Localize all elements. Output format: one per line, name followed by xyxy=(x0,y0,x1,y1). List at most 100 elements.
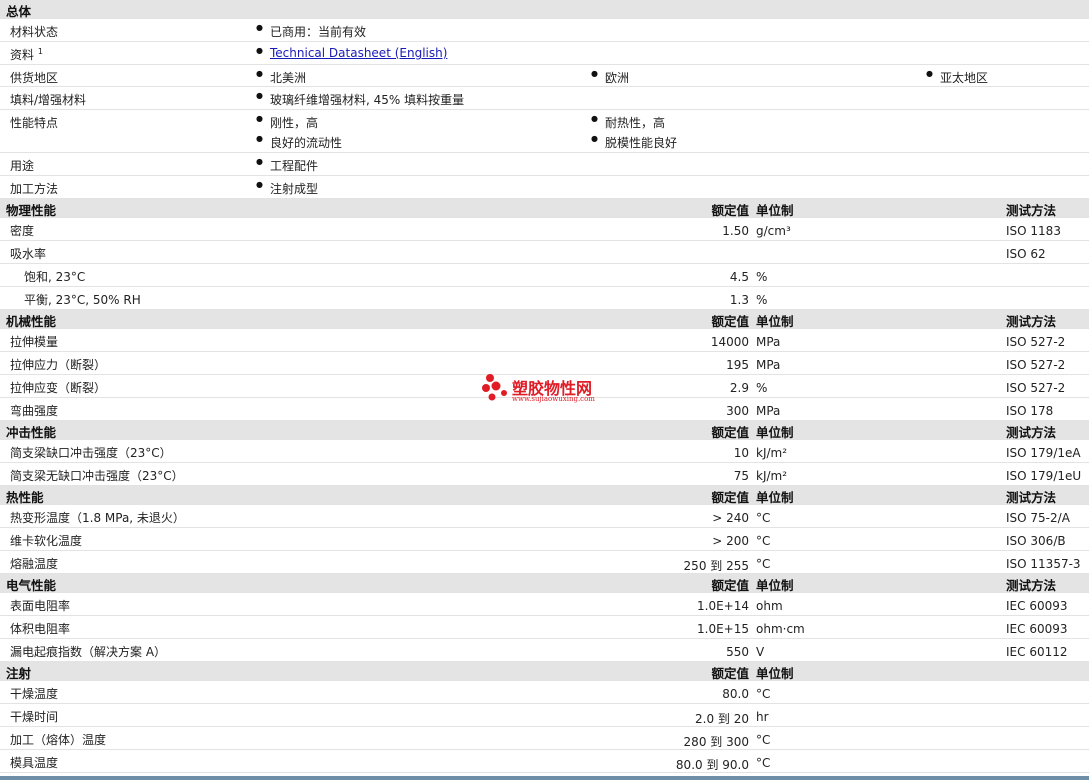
property-name: 简支梁无缺口冲击强度（23°C） xyxy=(10,469,184,483)
property-unit: hr xyxy=(756,710,769,724)
property-unit: MPa xyxy=(756,335,781,349)
row-value: 玻璃纤维增强材料, 45% 填料按重量 xyxy=(256,91,464,108)
section-header-mechanical: 机械性能 额定值 单位制 测试方法 xyxy=(0,310,1089,329)
property-row: 简支梁缺口冲击强度（23°C） 10 kJ/m² ISO 179/1eA xyxy=(0,440,1089,463)
watermark: 塑胶物性网 www.sujiaowuxing.com xyxy=(482,373,632,407)
property-value: 2.0 到 20 xyxy=(695,712,749,726)
property-name: 熔融温度 xyxy=(10,557,59,571)
property-value: > 240 xyxy=(712,511,749,525)
property-method: IEC 60093 xyxy=(1006,622,1068,636)
property-row: 简支梁无缺口冲击强度（23°C） 75 kJ/m² ISO 179/1eU xyxy=(0,463,1089,486)
col-header-nominal: 额定值 xyxy=(711,490,749,505)
property-row: 熔融温度 250 到 255 °C ISO 11357-3 xyxy=(0,551,1089,574)
property-value: 2.9 xyxy=(729,381,749,395)
property-row: 热变形温度（1.8 MPa, 未退火） > 240 °C ISO 75-2/A xyxy=(0,505,1089,528)
property-unit: % xyxy=(756,381,768,395)
property-unit: ohm·cm xyxy=(756,622,805,636)
row-label: 性能特点 xyxy=(10,116,59,130)
property-name: 干燥温度 xyxy=(10,687,59,701)
feature-item: 刚性，高 xyxy=(256,114,318,131)
property-value: 280 到 300 xyxy=(683,735,749,749)
row-availability: 供货地区 北美洲 欧洲 亚太地区 xyxy=(0,65,1089,87)
region-item: 亚太地区 xyxy=(926,69,988,86)
row-uses: 用途 工程配件 xyxy=(0,153,1089,176)
property-unit: ohm xyxy=(756,599,783,613)
property-unit: g/cm³ xyxy=(756,224,791,238)
feature-item: 良好的流动性 xyxy=(256,134,342,151)
col-header-method: 测试方法 xyxy=(1006,314,1057,329)
property-value: 1.3 xyxy=(729,293,749,307)
property-method: ISO 306/B xyxy=(1006,534,1066,548)
row-label: 材料状态 xyxy=(10,25,59,39)
property-value: 75 xyxy=(733,469,749,483)
watermark-url: www.sujiaowuxing.com xyxy=(512,395,595,403)
col-header-nominal: 额定值 xyxy=(711,203,749,218)
col-header-method: 测试方法 xyxy=(1006,425,1057,440)
property-method: ISO 11357-3 xyxy=(1006,557,1081,571)
property-method: IEC 60093 xyxy=(1006,599,1068,613)
datasheet-item: Technical Datasheet (English) xyxy=(256,46,447,60)
property-row: 维卡软化温度 > 200 °C ISO 306/B xyxy=(0,528,1089,551)
property-unit: kJ/m² xyxy=(756,469,788,483)
property-method: ISO 179/1eA xyxy=(1006,446,1081,460)
col-header-unit: 单位制 xyxy=(756,490,794,505)
property-method: ISO 527-2 xyxy=(1006,335,1066,349)
section-title: 热性能 xyxy=(6,490,44,505)
col-header-unit: 单位制 xyxy=(756,203,794,218)
property-name: 热变形温度（1.8 MPa, 未退火） xyxy=(10,511,185,525)
col-header-nominal: 额定值 xyxy=(711,425,749,440)
col-header-nominal: 额定值 xyxy=(711,666,749,681)
property-value: 10 xyxy=(733,446,749,460)
property-row: 干燥温度 80.0 °C xyxy=(0,681,1089,704)
property-method: ISO 1183 xyxy=(1006,224,1061,238)
col-header-method: 测试方法 xyxy=(1006,490,1057,505)
property-unit: MPa xyxy=(756,358,781,372)
footnote-marker: 1 xyxy=(37,47,43,56)
property-value: 300 xyxy=(726,404,749,418)
row-filler: 填料/增强材料 玻璃纤维增强材料, 45% 填料按重量 xyxy=(0,87,1089,110)
property-name: 简支梁缺口冲击强度（23°C） xyxy=(10,446,172,460)
property-unit: % xyxy=(756,270,768,284)
property-unit: °C xyxy=(756,687,771,701)
section-header-impact: 冲击性能 额定值 单位制 测试方法 xyxy=(0,421,1089,440)
property-method: IEC 60112 xyxy=(1006,645,1068,659)
col-header-method: 测试方法 xyxy=(1006,578,1057,593)
col-header-unit: 单位制 xyxy=(756,314,794,329)
property-row: 平衡, 23°C, 50% RH 1.3 % xyxy=(0,287,1089,310)
property-row: 漏电起痕指数（解决方案 A） 550 V IEC 60112 xyxy=(0,639,1089,662)
col-header-nominal: 额定值 xyxy=(711,578,749,593)
watermark-logo-icon xyxy=(482,374,507,401)
section-header-injection: 注射 额定值 单位制 xyxy=(0,662,1089,681)
property-row: 加工（熔体）温度 280 到 300 °C xyxy=(0,727,1089,750)
property-value: 1.0E+14 xyxy=(697,599,749,613)
property-unit: % xyxy=(756,293,768,307)
property-row: 吸水率 ISO 62 xyxy=(0,241,1089,264)
property-row: 拉伸模量 14000 MPa ISO 527-2 xyxy=(0,329,1089,352)
property-value: 1.0E+15 xyxy=(697,622,749,636)
property-name: 漏电起痕指数（解决方案 A） xyxy=(10,645,167,659)
property-method: ISO 178 xyxy=(1006,404,1054,418)
row-value: 注射成型 xyxy=(256,180,318,197)
datasheet-link[interactable]: Technical Datasheet (English) xyxy=(270,46,447,60)
property-name: 拉伸应力（断裂） xyxy=(10,358,107,372)
row-label: 资料 1 xyxy=(10,47,43,62)
col-header-unit: 单位制 xyxy=(756,666,794,681)
property-value: 80.0 到 90.0 xyxy=(675,758,749,772)
section-header-electrical: 电气性能 额定值 单位制 测试方法 xyxy=(0,574,1089,593)
property-row: 密度 1.50 g/cm³ ISO 1183 xyxy=(0,218,1089,241)
property-method: ISO 179/1eU xyxy=(1006,469,1082,483)
property-unit: MPa xyxy=(756,404,781,418)
row-documents: 资料 1 Technical Datasheet (English) xyxy=(0,42,1089,65)
property-name: 干燥时间 xyxy=(10,710,59,724)
property-row: 干燥时间 2.0 到 20 hr xyxy=(0,704,1089,727)
property-name: 加工（熔体）温度 xyxy=(10,733,107,747)
property-name: 维卡软化温度 xyxy=(10,534,83,548)
property-unit: kJ/m² xyxy=(756,446,788,460)
property-name: 密度 xyxy=(10,224,35,238)
property-value: 80.0 xyxy=(722,687,749,701)
property-row: 模具温度 80.0 到 90.0 °C xyxy=(0,750,1089,773)
property-method: ISO 527-2 xyxy=(1006,381,1066,395)
property-unit: °C xyxy=(756,756,771,770)
section-title: 机械性能 xyxy=(6,314,57,329)
property-name: 拉伸模量 xyxy=(10,335,59,349)
